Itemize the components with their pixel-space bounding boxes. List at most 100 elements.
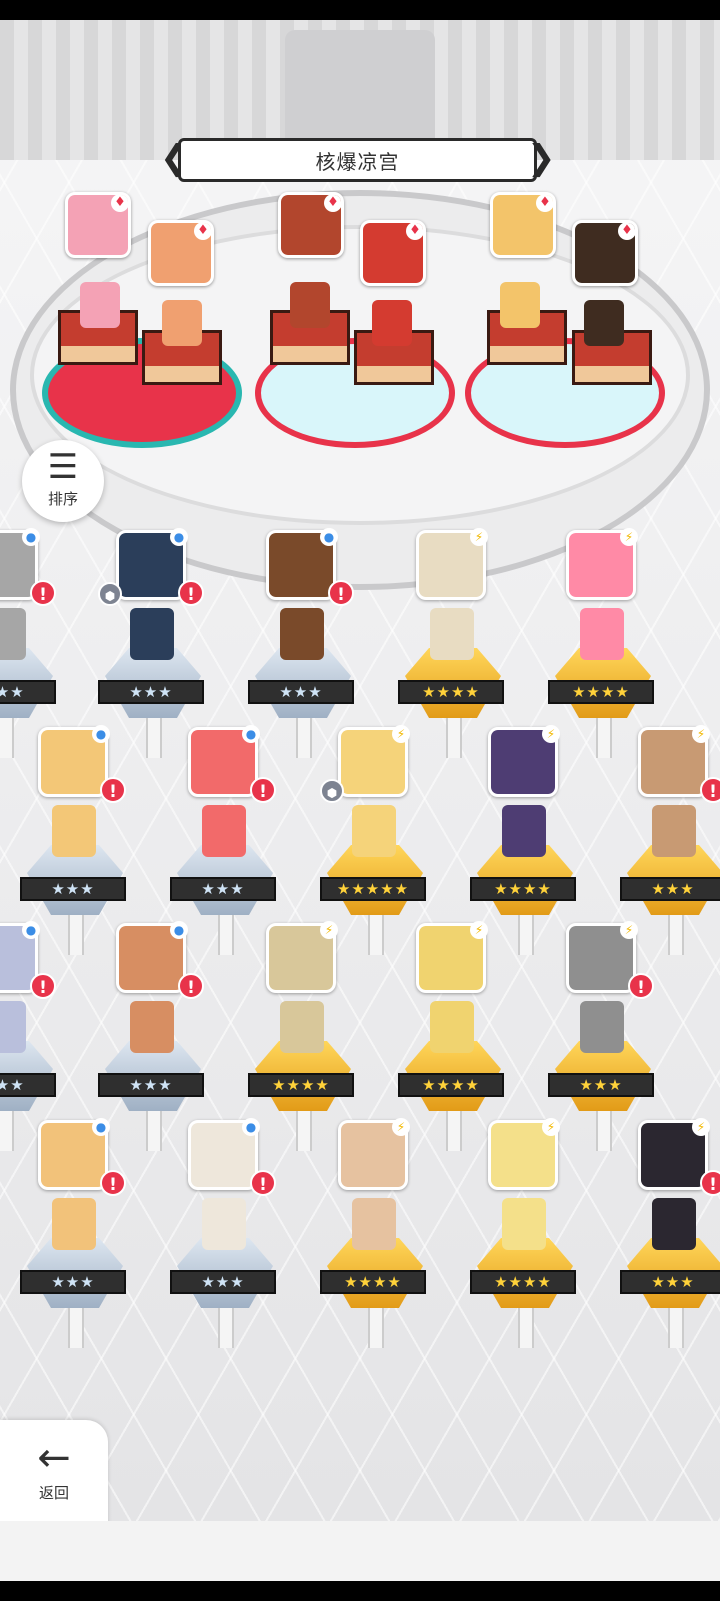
class-badge-icon: ♦ (194, 223, 211, 240)
character-sprite (52, 805, 96, 857)
alert-icon: ! (178, 580, 204, 606)
lightning-icon: ⚡ (470, 921, 488, 939)
character-sprite (130, 1001, 174, 1053)
pedestal-pole (596, 718, 612, 758)
character-card[interactable]: ⚡ ★★★! (548, 921, 658, 1151)
team-member-portrait[interactable]: ♦ (65, 192, 131, 258)
pedestal-pole (68, 1308, 84, 1348)
character-sprite (52, 1198, 96, 1250)
character-sprite (352, 805, 396, 857)
star-rating: ★★★ (548, 1073, 654, 1097)
sort-button[interactable]: ☰ 排序 (22, 440, 104, 522)
character-sprite (130, 608, 174, 660)
character-card[interactable]: ⚡ ★★★★ (248, 921, 358, 1151)
star-rating: ★★★★ (248, 1073, 354, 1097)
alert-icon: ! (250, 777, 276, 803)
alert-icon: ! (100, 1170, 126, 1196)
star-rating: ★★★ (170, 1270, 276, 1294)
character-sprite (430, 608, 474, 660)
lightning-icon: ⚡ (692, 1118, 710, 1136)
character-card[interactable]: ⚡ ★★★★ (470, 1118, 580, 1348)
alert-icon: ! (100, 777, 126, 803)
character-sprite (202, 1198, 246, 1250)
pedestal-pole (218, 915, 234, 955)
character-card[interactable]: ⚡ ★★★★ (398, 528, 508, 758)
team-member-sprite (290, 282, 330, 328)
element-dot-icon: ● (320, 528, 338, 546)
element-dot-icon: ● (170, 528, 188, 546)
character-sprite (352, 1198, 396, 1250)
character-sprite (502, 805, 546, 857)
team-member-portrait[interactable]: ♦ (490, 192, 556, 258)
status-bar (0, 0, 720, 20)
star-rating: ★★★★ (398, 680, 504, 704)
element-dot-icon: ● (92, 1118, 110, 1136)
pedestal-pole (296, 1111, 312, 1151)
element-dot-icon: ● (22, 528, 40, 546)
pedestal-pole (446, 1111, 462, 1151)
team-member-portrait[interactable]: ♦ (572, 220, 638, 286)
character-sprite (280, 608, 324, 660)
lightning-icon: ⚡ (470, 528, 488, 546)
alert-icon: ! (700, 777, 720, 803)
character-card[interactable]: ● ★★★! (98, 921, 208, 1151)
class-badge-icon: ♦ (536, 195, 553, 212)
pedestal-pole (0, 1111, 14, 1151)
star-rating: ★★★ (20, 877, 126, 901)
character-card[interactable]: ● ★★★! (248, 528, 358, 758)
character-card[interactable]: ● ★★★! (170, 1118, 280, 1348)
alert-icon: ! (328, 580, 354, 606)
pedestal-pole (446, 718, 462, 758)
pedestal-pole (68, 915, 84, 955)
character-card[interactable]: ● ★★★! (0, 528, 60, 758)
character-card[interactable]: ● ★★★! (20, 725, 130, 955)
arena-emblem (285, 30, 435, 150)
team-member-portrait[interactable]: ♦ (278, 192, 344, 258)
character-card[interactable]: ● ★★★! (170, 725, 280, 955)
character-sprite (280, 1001, 324, 1053)
pedestal-pole (146, 1111, 162, 1151)
character-card[interactable]: ⚡ ★★★★ (548, 528, 658, 758)
team-member-sprite (584, 300, 624, 346)
class-badge-icon: ♦ (618, 223, 635, 240)
character-sprite (652, 805, 696, 857)
character-card[interactable]: ● ★★★! (20, 1118, 130, 1348)
team-member-sprite (372, 300, 412, 346)
character-card[interactable]: ⚡ ★★★★ (470, 725, 580, 955)
lightning-icon: ⚡ (692, 725, 710, 743)
alert-icon: ! (30, 973, 56, 999)
element-dot-icon: ● (170, 921, 188, 939)
team-member-sprite (162, 300, 202, 346)
character-card[interactable]: ⚡ ★★★! (620, 1118, 720, 1348)
character-card[interactable]: ⚡ ★★★★ (398, 921, 508, 1151)
lightning-icon: ⚡ (620, 528, 638, 546)
bottom-strip (0, 1521, 720, 1581)
character-sprite (502, 1198, 546, 1250)
star-rating: ★★★ (98, 1073, 204, 1097)
character-card[interactable]: ⚡ ★★★! (620, 725, 720, 955)
character-sprite (0, 1001, 26, 1053)
team-member-portrait[interactable]: ♦ (360, 220, 426, 286)
alert-icon: ! (30, 580, 56, 606)
character-card[interactable]: ● ★★★! (0, 921, 60, 1151)
character-sprite (0, 608, 26, 660)
team-title: 核爆凉宫 (178, 138, 537, 182)
character-card[interactable]: ⚡ ★★★★★ ⬢ (320, 725, 430, 955)
back-button[interactable]: ← 返回 (0, 1420, 108, 1521)
next-team-button[interactable]: ❯ (527, 138, 556, 182)
lightning-icon: ⚡ (392, 1118, 410, 1136)
star-rating: ★★★★★ (320, 877, 426, 901)
pedestal-pole (296, 718, 312, 758)
character-card[interactable]: ● ★★★! ⬢ (98, 528, 208, 758)
game-scene: ❮ 核爆凉宫 ❯ ♦ ♦ ♦ ♦ ♦ ♦ ☰ 排序 ● ★★★! ● ★★★! ⬢ ● ★★★! ⚡ ★★… (0, 20, 720, 1521)
star-rating: ★★★ (20, 1270, 126, 1294)
element-dot-icon: ● (242, 1118, 260, 1136)
class-badge-icon: ♦ (406, 223, 423, 240)
alert-icon: ! (628, 973, 654, 999)
team-member-sprite (500, 282, 540, 328)
pedestal-pole (368, 915, 384, 955)
arrow-left-icon: ← (37, 1435, 71, 1481)
shield-icon: ⬢ (98, 582, 122, 606)
team-member-portrait[interactable]: ♦ (148, 220, 214, 286)
character-card[interactable]: ⚡ ★★★★ (320, 1118, 430, 1348)
